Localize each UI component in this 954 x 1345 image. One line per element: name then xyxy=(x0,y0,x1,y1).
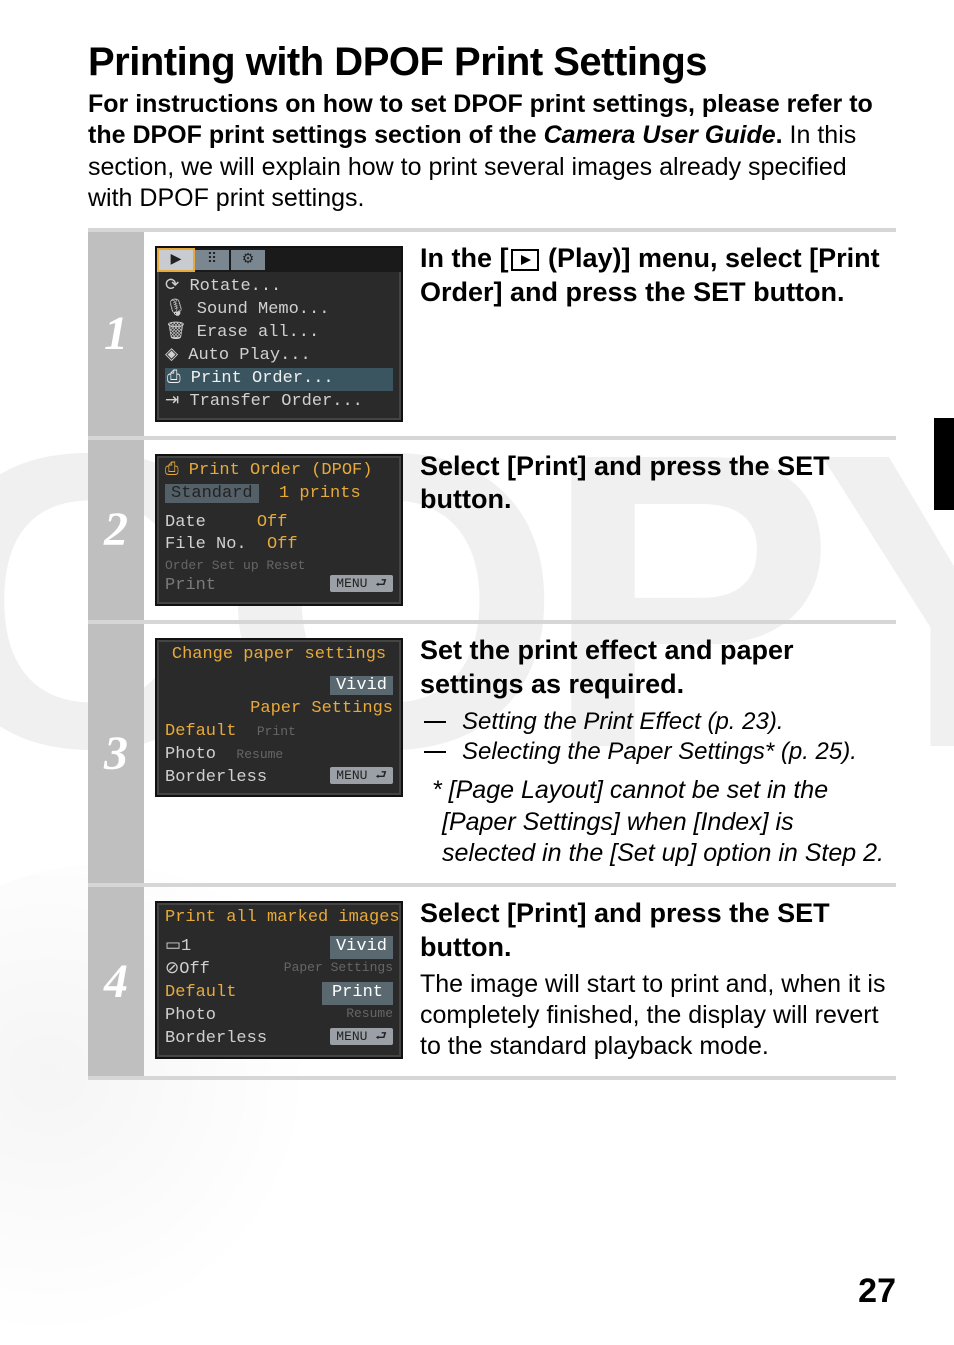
step-number: 1 xyxy=(88,232,144,436)
lcd-menu-button: MENU ⮐ xyxy=(330,767,393,785)
step-instruction: In the [ (Play)] menu, select [Print Ord… xyxy=(414,232,896,436)
lcd-value: Off xyxy=(267,535,298,554)
lcd-left: ▭1 xyxy=(165,937,191,956)
print-button: Print xyxy=(322,982,393,1005)
step-row: 3 Change paper settings Vivid Paper Sett… xyxy=(88,624,896,887)
lcd-menu-button: MENU ⮐ xyxy=(330,575,393,593)
menu-item: ◈ Auto Play... xyxy=(165,345,393,368)
lcd-option: Default xyxy=(165,722,236,741)
lcd-panel: Print all marked images ▭1 Vivid ⊘Off Pa… xyxy=(155,901,403,1059)
lead-italic-ref: Camera User Guide xyxy=(544,121,776,149)
lcd-left: Borderless xyxy=(165,1029,267,1048)
lcd-side: Resume xyxy=(236,747,283,762)
lcd-panel: ▶ ⠿ ⚙ ⟳ Rotate... 🎙 Sound Memo... 🗑 Eras… xyxy=(155,246,403,422)
menu-item-selected: ⎙ Print Order... xyxy=(165,368,393,391)
step-headline: Select [Print] and press the SET button. xyxy=(420,897,892,965)
lcd-right: Resume xyxy=(346,1005,393,1023)
step-headline: Select [Print] and press the SET button. xyxy=(420,450,892,518)
tab-icon: ⚙ xyxy=(231,250,265,270)
lcd-title: Change paper settings xyxy=(165,644,393,667)
lcd-tabbar: ▶ ⠿ ⚙ xyxy=(157,248,401,272)
step-body: The image will start to print and, when … xyxy=(420,969,892,1063)
menu-item: ⟳ Rotate... xyxy=(165,276,393,299)
lcd-side: Print xyxy=(257,724,296,739)
lcd-hint-row: Order Set up Reset xyxy=(165,557,393,575)
tab-icon: ⠿ xyxy=(195,250,229,270)
lcd-label: File No. xyxy=(165,535,247,554)
lcd-left: ⊘Off xyxy=(165,960,210,979)
sub-ref: Selecting the Paper Settings* xyxy=(462,738,781,765)
lcd-right: Paper Settings xyxy=(284,959,393,977)
play-icon xyxy=(511,249,539,271)
play-tab-icon: ▶ xyxy=(159,250,193,270)
lcd-left: Photo xyxy=(165,1006,216,1025)
lcd-menu-button: MENU ⮐ xyxy=(330,1028,393,1046)
step-number: 3 xyxy=(88,624,144,883)
footnote: * [Page Layout] cannot be set in the [Pa… xyxy=(432,775,892,869)
steps-table: 1 ▶ ⠿ ⚙ ⟳ Rotate... 🎙 Sound Memo... 🗑 Er… xyxy=(88,228,896,1080)
lcd-label: Standard xyxy=(165,484,259,503)
lcd-label: Date xyxy=(165,513,206,532)
step-screenshot: Change paper settings Vivid Paper Settin… xyxy=(144,624,414,883)
step-row: 1 ▶ ⠿ ⚙ ⟳ Rotate... 🎙 Sound Memo... 🗑 Er… xyxy=(88,232,896,440)
step-headline: Set the print effect and paper settings … xyxy=(420,634,892,702)
paper-settings-label: Paper Settings xyxy=(165,698,393,721)
page-title: Printing with DPOF Print Settings xyxy=(88,40,896,85)
menu-item: 🎙 Sound Memo... xyxy=(165,299,393,322)
lcd-option: Borderless xyxy=(165,768,267,787)
menu-item: 🗑 Erase all... xyxy=(165,322,393,345)
step-instruction: Select [Print] and press the SET button. xyxy=(414,440,896,620)
step-number: 2 xyxy=(88,440,144,620)
step-screenshot: Print all marked images ▭1 Vivid ⊘Off Pa… xyxy=(144,887,414,1076)
lcd-value: Off xyxy=(257,513,288,532)
lcd-title: Print all marked images xyxy=(165,907,393,930)
lead-bold-tail: . xyxy=(776,121,783,149)
page-ref: (p. 23). xyxy=(707,708,783,735)
step-row: 2 ⎙ Print Order (DPOF) Standard 1 prints… xyxy=(88,440,896,624)
step-number: 4 xyxy=(88,887,144,1076)
page-ref: (p. 25). xyxy=(781,738,857,765)
vivid-badge: Vivid xyxy=(330,676,393,695)
lcd-footer-left: Print xyxy=(165,576,216,595)
lcd-option: Photo xyxy=(165,745,216,764)
step-screenshot: ▶ ⠿ ⚙ ⟳ Rotate... 🎙 Sound Memo... 🗑 Eras… xyxy=(144,232,414,436)
page-number: 27 xyxy=(858,1272,896,1311)
headline-pre: In the [ xyxy=(420,243,509,273)
lcd-value: 1 prints xyxy=(279,484,361,503)
edge-tab xyxy=(934,418,954,510)
lead-paragraph: For instructions on how to set DPOF prin… xyxy=(88,89,896,214)
menu-item: ⇥ Transfer Order... xyxy=(165,391,393,414)
step-row: 4 Print all marked images ▭1 Vivid ⊘Off … xyxy=(88,887,896,1080)
lcd-panel: ⎙ Print Order (DPOF) Standard 1 prints D… xyxy=(155,454,403,606)
sub-ref: Setting the Print Effect xyxy=(462,708,707,735)
lcd-panel: Change paper settings Vivid Paper Settin… xyxy=(155,638,403,798)
step-instruction: Select [Print] and press the SET button.… xyxy=(414,887,896,1076)
lcd-title: ⎙ Print Order (DPOF) xyxy=(165,460,393,483)
step-instruction: Set the print effect and paper settings … xyxy=(414,624,896,883)
step-screenshot: ⎙ Print Order (DPOF) Standard 1 prints D… xyxy=(144,440,414,620)
vivid-badge: Vivid xyxy=(330,936,393,959)
lcd-left: Default xyxy=(165,983,236,1002)
